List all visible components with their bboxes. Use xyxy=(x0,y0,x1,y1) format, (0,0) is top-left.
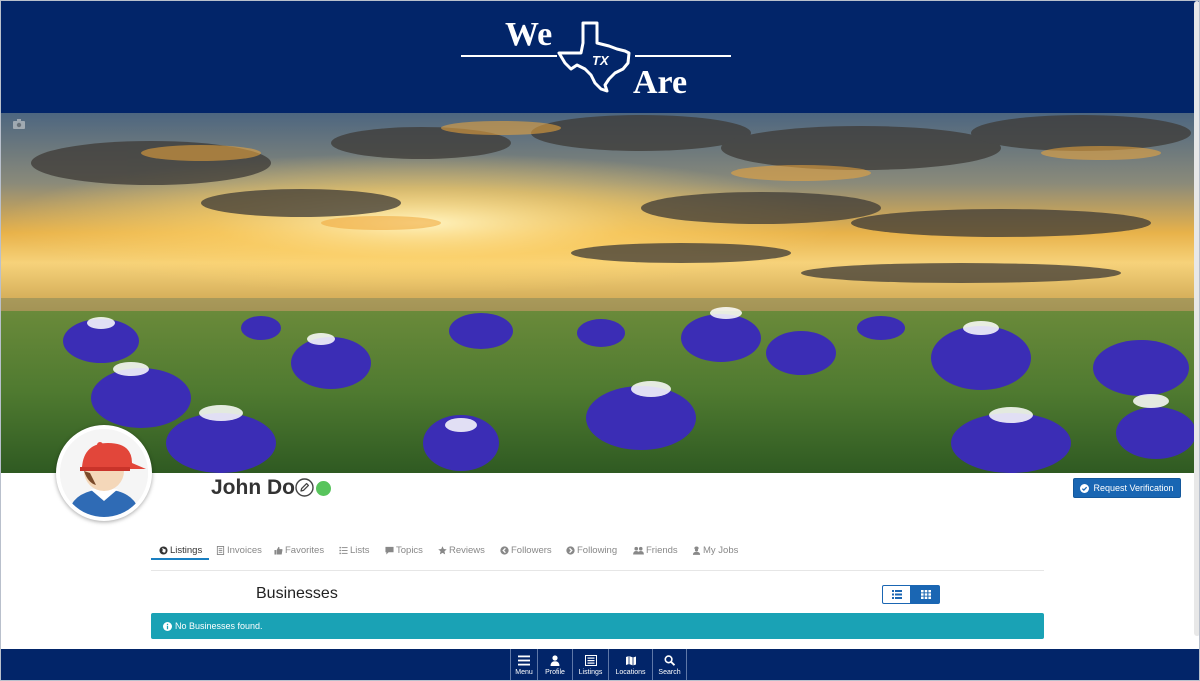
site-header: We Are TX xyxy=(1,1,1199,113)
empty-results-message: No Businesses found. xyxy=(175,621,263,631)
comment-icon xyxy=(385,546,394,555)
logo-tx: TX xyxy=(592,53,610,68)
worker-icon xyxy=(692,545,701,555)
tab-label: Reviews xyxy=(449,544,485,556)
info-icon xyxy=(163,621,172,631)
tab-favorites[interactable]: Favorites xyxy=(274,539,324,561)
users-icon xyxy=(633,546,644,555)
online-status-indicator xyxy=(316,481,331,496)
map-icon xyxy=(625,656,636,666)
nav-label: Profile xyxy=(545,669,565,676)
site-logo[interactable]: We Are TX xyxy=(459,13,733,101)
tab-label: Listings xyxy=(170,544,203,556)
check-circle-icon xyxy=(1080,483,1090,493)
tab-reviews[interactable]: Reviews xyxy=(438,539,485,561)
list-icon xyxy=(339,546,348,554)
list-view-icon xyxy=(891,590,902,599)
arrow-right-circle-icon xyxy=(566,545,575,555)
avatar[interactable] xyxy=(56,425,152,521)
nav-label: Menu xyxy=(515,669,533,676)
page: We Are TX John Doe Request Verification … xyxy=(0,0,1200,681)
tab-followers[interactable]: Followers xyxy=(500,539,552,561)
request-verification-button[interactable]: Request Verification xyxy=(1073,478,1181,498)
tab-topics[interactable]: Topics xyxy=(385,539,423,561)
document-icon xyxy=(216,545,225,555)
logo-word-are: Are xyxy=(633,64,687,101)
grid-view-icon xyxy=(920,590,931,599)
star-icon xyxy=(438,545,447,554)
globe-icon xyxy=(159,545,168,555)
tab-label: Followers xyxy=(511,544,552,556)
section-title: Businesses xyxy=(256,585,338,602)
arrow-left-circle-icon xyxy=(500,545,509,555)
profile-name: John Doe xyxy=(211,476,307,499)
tab-friends[interactable]: Friends xyxy=(633,539,678,561)
list-view-button[interactable] xyxy=(882,585,911,604)
tab-label: My Jobs xyxy=(703,544,739,556)
tab-label: Invoices xyxy=(227,544,262,556)
request-verification-label: Request Verification xyxy=(1093,483,1174,493)
page-scrollbar[interactable] xyxy=(1194,1,1199,636)
profile-tabs: Listings Invoices Favorites Lists Topics… xyxy=(151,531,1044,571)
active-tab-indicator xyxy=(151,558,209,560)
camera-icon[interactable] xyxy=(13,119,25,129)
tab-lists[interactable]: Lists xyxy=(339,539,370,561)
nav-search[interactable]: Search xyxy=(653,649,687,680)
logo-word-we: We xyxy=(505,16,552,53)
nav-label: Locations xyxy=(615,669,646,676)
list-box-icon xyxy=(584,655,597,666)
nav-locations[interactable]: Locations xyxy=(609,649,653,680)
tab-label: Lists xyxy=(350,544,370,556)
cover-photo xyxy=(1,113,1199,473)
tab-invoices[interactable]: Invoices xyxy=(216,539,262,561)
nav-profile[interactable]: Profile xyxy=(538,649,573,680)
empty-results-alert: No Businesses found. xyxy=(151,613,1044,639)
grid-view-button[interactable] xyxy=(911,585,940,604)
hamburger-icon xyxy=(518,655,530,666)
search-icon xyxy=(663,655,675,666)
tab-label: Friends xyxy=(646,544,678,556)
view-toggle xyxy=(882,585,940,604)
thumbs-up-icon xyxy=(274,546,283,555)
nav-label: Listings xyxy=(578,669,603,676)
bottom-navigation: Menu Profile Listings Locations Search xyxy=(1,649,1199,680)
tab-label: Following xyxy=(577,544,618,556)
nav-listings[interactable]: Listings xyxy=(573,649,609,680)
tab-my-jobs[interactable]: My Jobs xyxy=(692,539,738,561)
user-icon xyxy=(550,655,560,666)
nav-menu[interactable]: Menu xyxy=(510,649,538,680)
tab-label: Topics xyxy=(396,544,423,556)
tab-label: Favorites xyxy=(285,544,325,556)
nav-label: Search xyxy=(658,669,681,676)
edit-pencil-icon[interactable] xyxy=(295,478,314,497)
tab-following[interactable]: Following xyxy=(566,539,617,561)
